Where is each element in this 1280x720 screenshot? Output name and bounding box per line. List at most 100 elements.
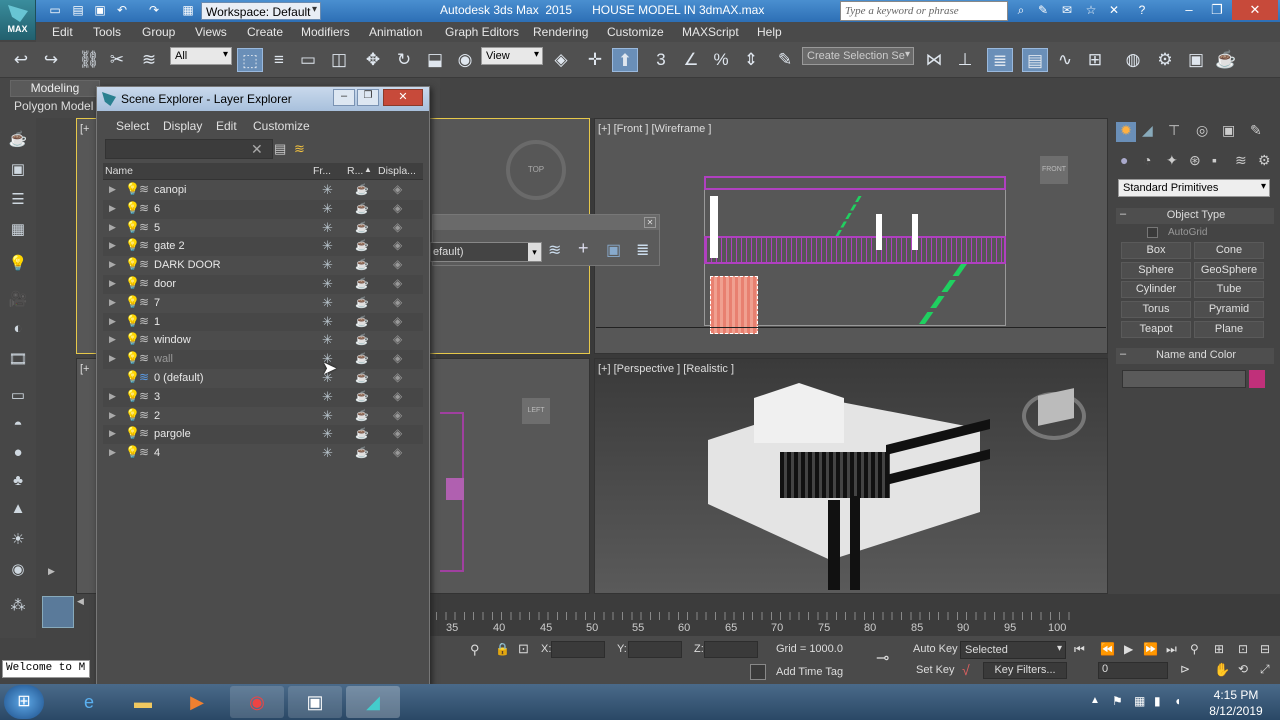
display-toggle-icon[interactable]: ◈ (393, 201, 402, 215)
key-filters-button[interactable]: Key Filters... (983, 662, 1067, 679)
render-toggle-icon[interactable]: ☕ (355, 239, 369, 252)
render-toggle-icon[interactable]: ☕ (355, 409, 369, 422)
motion-tab-icon[interactable]: ◎ (1196, 122, 1208, 139)
layer-row[interactable]: 💡 ≋ 0 (default) ✳ ☕ ◈ (103, 369, 423, 388)
angle-snap-icon[interactable]: ∠ (678, 48, 704, 72)
camera-icon[interactable]: 🎥 (6, 290, 30, 312)
freeze-toggle-icon[interactable]: ✳ (322, 201, 333, 217)
auto-key-button[interactable]: Auto Key (913, 643, 958, 655)
cylinder-button[interactable]: Cylinder (1121, 281, 1191, 298)
3dsmax-taskbar-icon[interactable]: ◢ (346, 686, 400, 718)
grid-icon[interactable]: ▦ (6, 220, 30, 242)
box-button[interactable]: Box (1121, 242, 1191, 259)
freeze-toggle-icon[interactable]: ✳ (322, 295, 333, 311)
previous-frame-icon[interactable]: ⏪ (1100, 642, 1115, 656)
collapse-arrow-icon[interactable]: ◀ (77, 596, 84, 607)
layer-toolbar-close-icon[interactable]: ✕ (644, 217, 656, 228)
schematic-view-icon[interactable]: ⊞ (1082, 48, 1108, 72)
render-toggle-icon[interactable]: ☕ (355, 296, 369, 309)
link-icon[interactable]: ⛓ (76, 48, 102, 72)
autogrid-checkbox[interactable] (1147, 227, 1158, 238)
layer-name[interactable]: pargole (154, 428, 191, 440)
orbit-icon[interactable]: ⟲ (1238, 662, 1248, 676)
visibility-bulb-icon[interactable]: 💡 (125, 314, 140, 328)
pivot-center-icon[interactable]: ◈ (548, 48, 574, 72)
tray-flag-icon[interactable]: ⚑ (1112, 694, 1123, 708)
expand-arrow-icon[interactable]: ▶ (109, 240, 116, 251)
col-name[interactable]: Name (105, 165, 133, 177)
lights-icon[interactable]: ✦ (1166, 152, 1178, 169)
object-name-input[interactable] (1122, 370, 1246, 388)
toggle-ribbon-icon[interactable]: ▤ (1022, 48, 1048, 72)
layer-explorer-icon[interactable]: ≣ (987, 48, 1013, 72)
layer-name[interactable]: wall (154, 353, 173, 365)
tube-button[interactable]: Tube (1194, 281, 1264, 298)
layer-row[interactable]: ▶ 💡 ≋ door ✳ ☕ ◈ (103, 275, 423, 294)
expand-arrow-icon[interactable]: ▶ (109, 353, 116, 364)
select-object-icon[interactable]: ⬚ (237, 48, 263, 72)
next-frame-icon[interactable]: ⏩ (1143, 642, 1158, 656)
render-toggle-icon[interactable]: ☕ (355, 352, 369, 365)
add-to-layer-icon[interactable]: + (578, 238, 589, 259)
go-to-end-icon[interactable]: ⏭ (1166, 642, 1177, 657)
freeze-toggle-icon[interactable]: ✳ (322, 220, 333, 236)
layer-name[interactable]: 0 (default) (154, 372, 204, 384)
cone-icon[interactable]: ▲ (6, 500, 30, 522)
menu-help[interactable]: Help (757, 25, 782, 39)
menu-graph-editors[interactable]: Graph Editors (445, 25, 519, 39)
menu-animation[interactable]: Animation (369, 25, 422, 39)
z-coord-field[interactable] (704, 641, 758, 658)
app-logo-button[interactable]: MAX (0, 0, 36, 40)
se-menu-customize[interactable]: Customize (253, 119, 310, 133)
go-to-start-icon[interactable]: ⏮ (1074, 642, 1085, 657)
subscription-icon[interactable]: ✎ (1035, 3, 1051, 18)
visibility-bulb-icon[interactable]: 💡 (125, 426, 140, 440)
isolate-icon[interactable]: ⚲ (470, 642, 480, 658)
display-toggle-icon[interactable]: ◈ (393, 314, 402, 328)
display-toggle-icon[interactable]: ◈ (393, 351, 402, 365)
display-toggle-icon[interactable]: ◈ (393, 182, 402, 196)
help-icon[interactable]: ? (1134, 3, 1150, 18)
render-toggle-icon[interactable]: ☕ (355, 427, 369, 440)
layer-row[interactable]: ▶ 💡 ≋ 6 ✳ ☕ ◈ (103, 199, 423, 219)
viewport-front-label[interactable]: [+] [Front ] [Wireframe ] (598, 123, 711, 135)
cone-button[interactable]: Cone (1194, 242, 1264, 259)
layer-row[interactable]: ▶ 💡 ≋ gate 2 ✳ ☕ ◈ (103, 237, 423, 257)
visibility-bulb-icon[interactable]: 💡 (125, 182, 140, 196)
sphere-icon[interactable]: ● (6, 444, 30, 466)
menu-rendering[interactable]: Rendering (533, 25, 588, 39)
menu-create[interactable]: Create (247, 25, 283, 39)
expand-arrow-icon[interactable]: ▶ (109, 203, 116, 214)
col-freeze[interactable]: Fr... (313, 165, 331, 177)
render-toggle-icon[interactable]: ☕ (355, 258, 369, 271)
helpers-icon[interactable]: ▪ (1212, 152, 1217, 168)
undo-icon[interactable]: ↶ (114, 3, 130, 18)
layer-name[interactable]: canopi (154, 184, 186, 196)
menu-edit[interactable]: Edit (52, 25, 73, 39)
select-manipulate-icon[interactable]: ✛ (582, 48, 608, 72)
expand-arrow-icon[interactable]: ▶ (109, 259, 116, 270)
hemisphere-icon[interactable]: ◓ (6, 416, 30, 438)
add-time-tag[interactable]: Add Time Tag (776, 666, 843, 678)
open-file-icon[interactable]: ▤ (70, 3, 86, 18)
undo-button-icon[interactable]: ↩ (8, 48, 34, 72)
display-toggle-icon[interactable]: ◈ (393, 295, 402, 309)
render-toggle-icon[interactable]: ☕ (355, 371, 369, 384)
list-icon[interactable]: ☰ (6, 190, 30, 212)
time-tag-icon[interactable] (750, 664, 766, 680)
layer-row[interactable]: ▶ 💡 ≋ 4 ✳ ☕ ◈ (103, 444, 423, 463)
layer-name[interactable]: 2 (154, 410, 160, 422)
se-minimize-button[interactable]: – (333, 89, 355, 106)
se-maximize-button[interactable]: ❐ (357, 89, 379, 106)
x-coord-field[interactable] (551, 641, 605, 658)
zoom-icon[interactable]: ⚲ (1190, 642, 1199, 656)
torus-button[interactable]: Torus (1121, 301, 1191, 318)
viewport-left-label[interactable]: [+ (80, 363, 89, 375)
se-close-button[interactable]: ✕ (383, 89, 423, 106)
menu-maxscript[interactable]: MAXScript (682, 25, 739, 39)
freeze-toggle-icon[interactable]: ✳ (322, 276, 333, 292)
box-icon[interactable]: ▭ (6, 386, 30, 408)
selection-filter-dropdown[interactable]: All (170, 47, 232, 65)
clear-search-icon[interactable]: ✕ (251, 141, 263, 158)
visibility-bulb-icon[interactable]: 💡 (125, 201, 140, 215)
